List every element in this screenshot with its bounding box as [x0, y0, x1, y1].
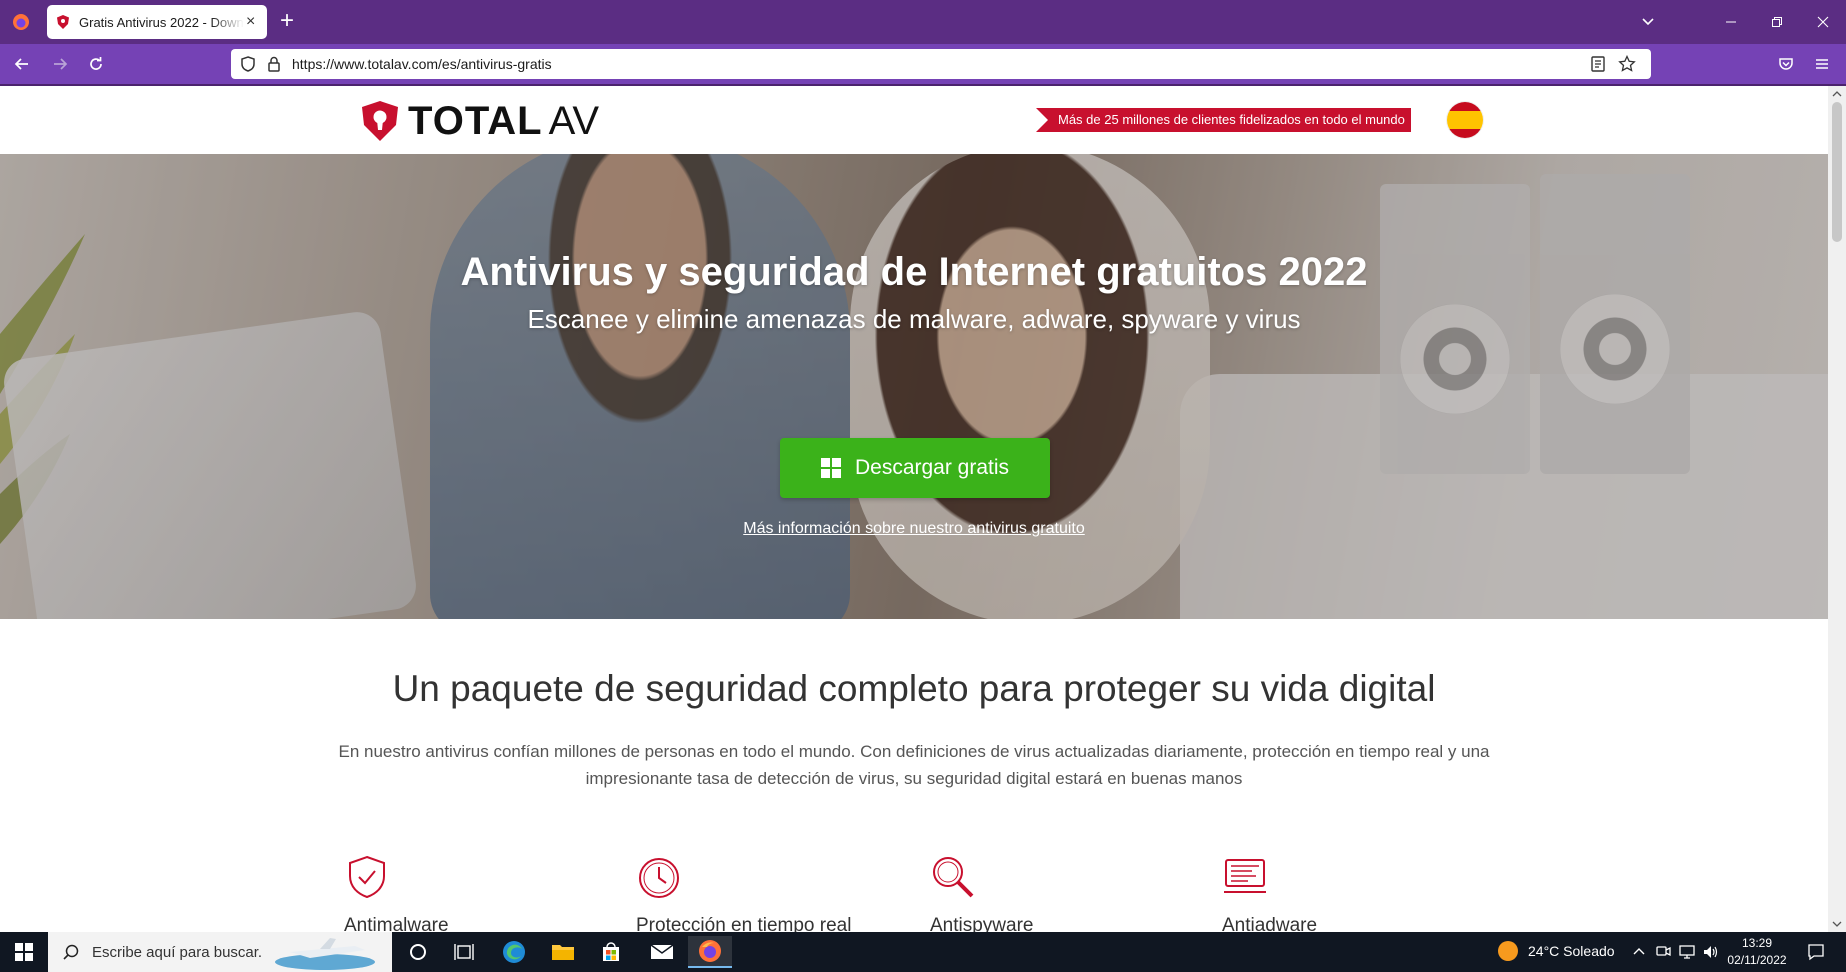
totalav-logo[interactable]: TOTAL AV — [360, 98, 599, 143]
clock-icon — [639, 858, 679, 898]
close-window-button[interactable] — [1800, 0, 1846, 44]
download-free-button[interactable]: Descargar gratis — [780, 438, 1050, 498]
bookmark-star-icon[interactable] — [1618, 55, 1636, 73]
tracking-protection-shield-icon[interactable] — [239, 55, 257, 73]
feature-antispyware[interactable]: Antispyware — [930, 854, 1130, 932]
volume-icon[interactable] — [1702, 943, 1720, 961]
spain-flag-icon[interactable] — [1447, 102, 1483, 138]
weather-text: 24°C Soleado — [1528, 943, 1615, 959]
browser-tab-bar: Gratis Antivirus 2022 - Download × + — [0, 0, 1846, 44]
url-text[interactable]: https://www.totalav.com/es/antivirus-gra… — [292, 56, 552, 72]
scroll-down-icon[interactable] — [1831, 918, 1843, 930]
totalav-shield-icon — [362, 101, 398, 141]
show-hidden-icons-chevron-icon[interactable] — [1630, 943, 1648, 961]
web-page: TOTAL AV Más de 25 millones de clientes … — [0, 86, 1828, 932]
screen: Gratis Antivirus 2022 - Download × + — [0, 0, 1846, 972]
page-scrollbar[interactable] — [1828, 86, 1846, 932]
search-icon — [63, 944, 79, 960]
totalav-favicon-icon — [57, 15, 69, 29]
weather-widget[interactable]: 24°C Soleado — [1498, 941, 1615, 961]
firefox-view-icon[interactable] — [9, 10, 33, 34]
sun-icon — [1498, 941, 1518, 961]
restore-button[interactable] — [1754, 0, 1800, 44]
logo-text-av: AV — [548, 98, 599, 143]
logo-text-total: TOTAL — [408, 98, 543, 143]
hero-overlay — [0, 154, 1828, 619]
task-view-icon[interactable] — [442, 936, 486, 968]
ribbon-tail — [1036, 108, 1048, 132]
firefox-taskbar-icon[interactable] — [688, 936, 732, 968]
feature-antiadware[interactable]: Antiadware — [1222, 854, 1422, 932]
new-tab-button[interactable]: + — [280, 9, 294, 33]
network-icon[interactable] — [1678, 943, 1696, 961]
download-button-label: Descargar gratis — [854, 456, 1010, 479]
windows-logo-icon — [820, 458, 841, 478]
minimize-button[interactable] — [1708, 0, 1754, 44]
hero-banner: Antivirus y seguridad de Internet gratui… — [0, 154, 1828, 619]
section-description: En nuestro antivirus confían millones de… — [338, 742, 1490, 788]
lock-icon[interactable] — [265, 55, 283, 73]
feature-label: Antimalware — [344, 915, 449, 932]
ribbon-text: Más de 25 millones de clientes fidelizad… — [1048, 108, 1411, 132]
pocket-icon[interactable] — [1774, 52, 1798, 76]
customers-ribbon: Más de 25 millones de clientes fidelizad… — [1036, 108, 1411, 132]
tab-active[interactable]: Gratis Antivirus 2022 - Download × — [47, 5, 267, 39]
notifications-icon[interactable] — [1806, 942, 1826, 962]
meet-now-icon[interactable] — [1654, 943, 1672, 961]
windows-taskbar: Escribe aquí para buscar. 24°C Soleado 1… — [0, 932, 1846, 972]
windows-start-icon[interactable] — [0, 932, 48, 972]
microsoft-store-icon[interactable] — [589, 936, 633, 968]
edge-icon[interactable] — [492, 936, 536, 968]
clock-time: 13:29 — [1741, 936, 1773, 950]
monitor-icon — [1224, 859, 1266, 893]
cortana-icon[interactable] — [396, 936, 440, 968]
system-clock[interactable]: 13:29 02/11/2022 — [1722, 935, 1792, 969]
tab-title: Gratis Antivirus 2022 - Download — [79, 14, 244, 30]
feature-label: Protección en tiempo real — [636, 915, 852, 932]
clock-date: 02/11/2022 — [1727, 953, 1787, 967]
scroll-up-icon[interactable] — [1831, 88, 1843, 100]
site-header: TOTAL AV Más de 25 millones de clientes … — [0, 86, 1828, 154]
feature-antimalware[interactable]: Antimalware — [344, 854, 544, 932]
section-title: Un paquete de seguridad completo para pr… — [392, 668, 1436, 709]
feature-label: Antiadware — [1222, 915, 1318, 932]
taskbar-search-box[interactable]: Escribe aquí para buscar. — [48, 932, 392, 972]
shield-check-icon — [349, 855, 385, 899]
mail-icon[interactable] — [640, 936, 684, 968]
reader-view-icon[interactable] — [1589, 55, 1607, 73]
more-info-link[interactable]: Más información sobre nuestro antivirus … — [0, 520, 1828, 538]
forward-arrow-icon[interactable] — [48, 52, 72, 76]
hamburger-menu-icon[interactable] — [1810, 52, 1834, 76]
reload-icon[interactable] — [84, 52, 108, 76]
feature-label: Antispyware — [930, 915, 1034, 932]
hero-subtitle: Escanee y elimine amenazas de malware, a… — [527, 304, 1301, 334]
close-tab-button[interactable]: × — [246, 14, 255, 30]
hero-title: Antivirus y seguridad de Internet gratui… — [460, 250, 1368, 294]
scroll-thumb[interactable] — [1832, 102, 1842, 242]
taskbar-search-placeholder: Escribe aquí para buscar. — [92, 943, 263, 961]
list-all-tabs-icon[interactable] — [1638, 12, 1658, 32]
airplane-search-highlight-icon — [275, 938, 375, 970]
back-arrow-icon[interactable] — [10, 52, 34, 76]
magnifier-icon — [933, 857, 974, 898]
address-bar[interactable]: https://www.totalav.com/es/antivirus-gra… — [231, 49, 1651, 79]
browser-nav-bar: https://www.totalav.com/es/antivirus-gra… — [0, 44, 1846, 84]
feature-realtime-protection[interactable]: Protección en tiempo real — [636, 854, 852, 932]
file-explorer-icon[interactable] — [541, 936, 585, 968]
